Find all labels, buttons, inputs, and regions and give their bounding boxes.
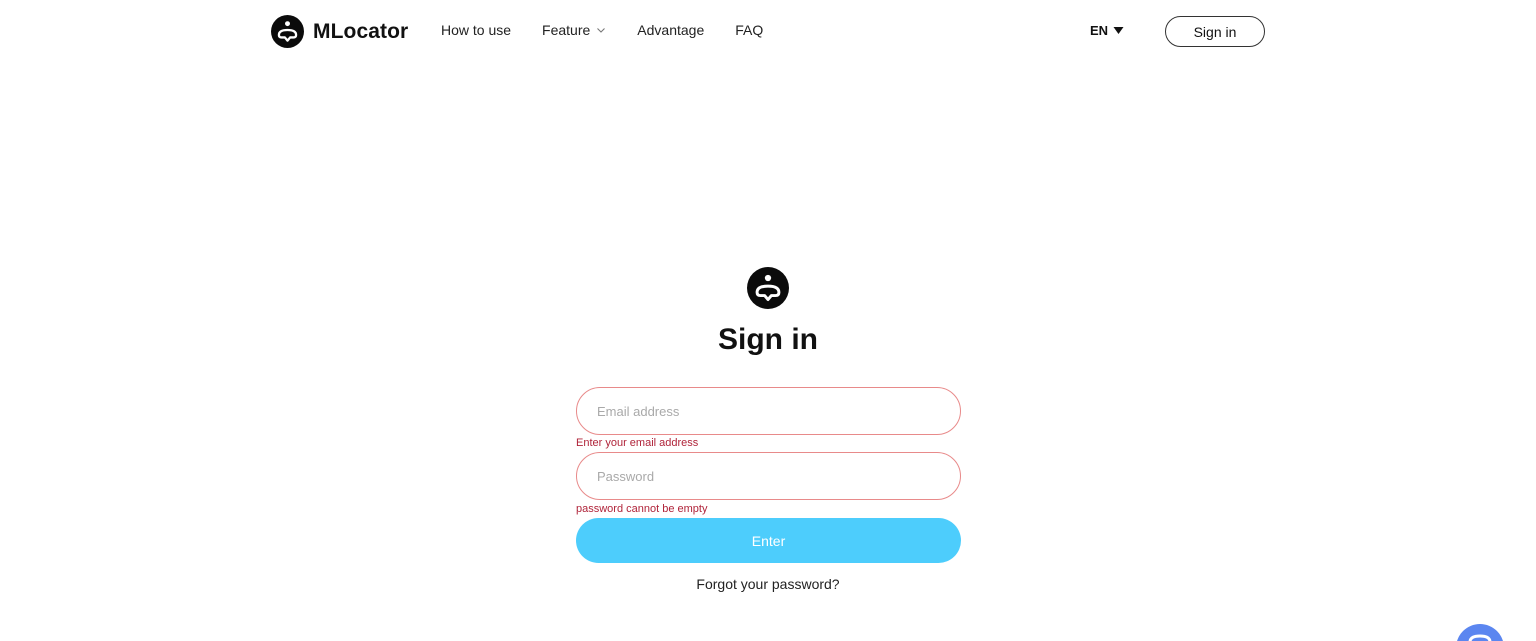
nav-how-to-use[interactable]: How to use: [441, 22, 511, 38]
forgot-password-link[interactable]: Forgot your password?: [568, 576, 968, 592]
top-navigation: MLocator How to use Feature Advantage FA…: [0, 0, 1536, 64]
password-error-message: password cannot be empty: [576, 503, 708, 515]
page-title: Sign in: [718, 323, 818, 356]
enter-button[interactable]: Enter: [576, 518, 961, 563]
chat-support-button[interactable]: [1456, 624, 1504, 641]
caret-down-icon: [1113, 27, 1124, 34]
nav-how-to-use-label: How to use: [441, 22, 512, 38]
chat-bubble-icon: [1457, 624, 1503, 641]
nav-advantage[interactable]: Advantage: [637, 22, 704, 38]
brand-home-link[interactable]: MLocator: [271, 15, 408, 48]
page: MLocator How to use Feature Advantage FA…: [0, 0, 1536, 641]
language-selector[interactable]: EN: [1090, 23, 1124, 38]
header-sign-in-button[interactable]: Sign in: [1165, 16, 1265, 47]
main-nav: How to use Feature Advantage FAQ: [441, 22, 794, 38]
password-field-wrapper: [576, 452, 961, 500]
nav-advantage-label: Advantage: [637, 22, 705, 38]
password-input[interactable]: [577, 453, 960, 499]
language-label: EN: [1090, 23, 1109, 38]
brand-name: MLocator: [313, 19, 409, 43]
nav-feature[interactable]: Feature: [542, 22, 606, 38]
location-heart-icon: [271, 15, 304, 48]
nav-faq-label: FAQ: [735, 22, 764, 38]
chevron-down-icon: [597, 28, 606, 33]
email-field-wrapper: [576, 387, 961, 435]
nav-faq[interactable]: FAQ: [735, 22, 763, 38]
location-heart-icon: [747, 267, 789, 309]
nav-feature-label: Feature: [542, 22, 591, 38]
email-error-message: Enter your email address: [576, 437, 699, 449]
email-input[interactable]: [577, 388, 960, 434]
